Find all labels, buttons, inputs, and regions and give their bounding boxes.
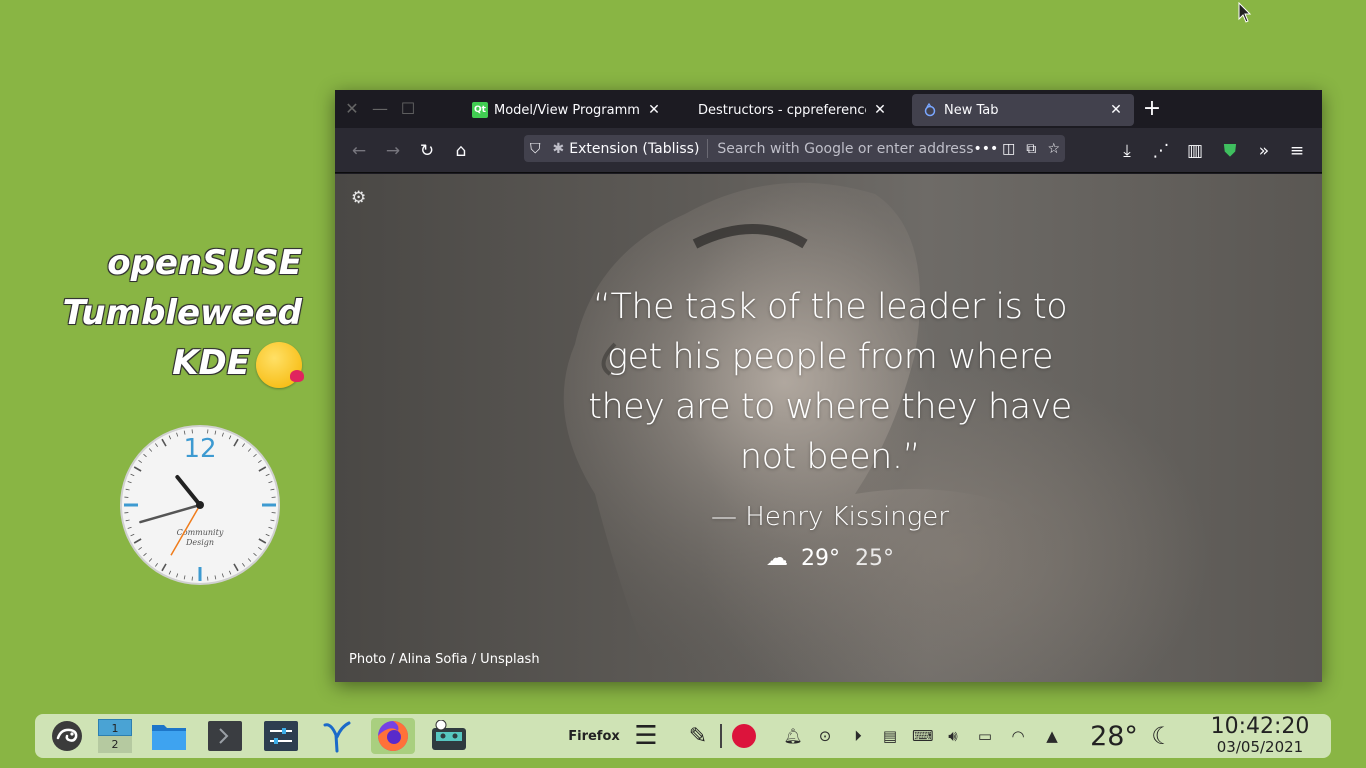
notifications-bell-icon[interactable]: 🔔︎ — [783, 726, 803, 746]
forward-arrow-icon[interactable]: → — [382, 140, 404, 162]
weather-widget: ☁ 29° 25° — [575, 546, 1085, 571]
folder-icon — [152, 725, 186, 750]
bookmark-star-icon[interactable]: ☆ — [1043, 141, 1066, 157]
taskbar-panel: 1 2 Firefox ☰ ✎ 🔔︎ ⊙ ⏵ ▤ ⌨ 🔊︎ ▭ ◠ ▲ 28° … — [35, 714, 1331, 758]
keyboard-icon[interactable]: ⌨ — [912, 726, 934, 746]
window-close-icon[interactable]: ✕ — [342, 99, 362, 119]
settings-gear-icon[interactable]: ⚙ — [351, 188, 366, 208]
task-dolphin[interactable] — [147, 718, 191, 754]
night-moon-icon[interactable]: ☾ — [1149, 718, 1175, 754]
tab-close-icon[interactable]: ✕ — [872, 102, 888, 118]
cassette-icon — [432, 720, 466, 750]
tab-model-view[interactable]: Qt Model/View Programmin ✕ — [462, 94, 672, 126]
record-dot-icon — [732, 724, 756, 748]
address-input[interactable]: Search with Google or enter address — [708, 141, 973, 157]
volume-icon[interactable]: 🔊︎ — [943, 726, 963, 746]
task-system-settings[interactable] — [259, 718, 303, 754]
reload-icon[interactable]: ↻ — [416, 140, 438, 162]
navigation-toolbar: ← → ↻ ⌂ ⛉ ✱ Extension (Tabliss) Search w… — [335, 128, 1322, 173]
analog-clock-widget[interactable]: 12 Community Design — [119, 424, 281, 586]
virtual-desktop-pager[interactable]: 1 2 — [97, 718, 133, 754]
puzzle-icon: ✱ — [552, 140, 565, 157]
task-firefox[interactable] — [371, 718, 415, 754]
terminal-icon — [208, 721, 242, 751]
desktop-2[interactable]: 2 — [98, 736, 132, 753]
extension-identity-box[interactable]: ✱ Extension (Tabliss) — [547, 139, 709, 158]
overflow-chevron-icon[interactable]: » — [1253, 140, 1275, 162]
weather-temperature[interactable]: 28° — [1087, 718, 1141, 754]
tab-label: Destructors - cppreference.c — [698, 102, 866, 118]
task-media-player[interactable] — [427, 718, 471, 754]
qt-favicon-icon: Qt — [472, 102, 488, 118]
clipboard-icon[interactable]: ▤ — [880, 726, 900, 746]
ublock-shield-icon[interactable]: ⛊ — [1219, 140, 1241, 162]
clock-brand-line-2: Design — [185, 538, 214, 547]
tab-label: Model/View Programmin — [494, 102, 640, 118]
pocket-icon[interactable]: ◫ — [998, 141, 1021, 157]
window-minimize-icon[interactable]: — — [370, 99, 390, 119]
new-tab-page: ⚙ “The task of the leader is to get his … — [335, 174, 1322, 682]
hamburger-menu-icon[interactable]: ≡ — [1286, 140, 1308, 162]
app-launcher-button[interactable] — [45, 718, 89, 754]
panel-separator — [719, 718, 723, 754]
active-window-title: Firefox — [568, 728, 620, 744]
tab-close-icon[interactable]: ✕ — [646, 102, 662, 118]
home-icon[interactable]: ⌂ — [450, 140, 472, 162]
tab-bar: ✕ — ☐ Qt Model/View Programmin ✕ Destruc… — [335, 90, 1322, 128]
global-menu-icon[interactable]: ☰ — [631, 718, 661, 754]
gamma-icon — [323, 721, 351, 753]
task-konsole[interactable] — [203, 718, 247, 754]
shield-icon[interactable]: ⛉ — [524, 141, 547, 157]
tray-expand-arrow-icon[interactable]: ▲ — [1042, 726, 1062, 746]
cloud-rain-icon: ☁ — [766, 546, 788, 571]
kiss-emoji-icon — [256, 341, 304, 388]
digital-clock[interactable]: 10:42:20 03/05/2021 — [1209, 715, 1311, 756]
tab-new-tab[interactable]: New Tab ✕ — [912, 94, 1134, 126]
weather-low: 25° — [855, 546, 894, 571]
tabliss-icon — [922, 102, 938, 118]
settings-sliders-icon — [264, 721, 298, 751]
opensuse-chameleon-icon — [52, 721, 82, 751]
task-kdevelop[interactable] — [315, 718, 359, 754]
color-picker-icon[interactable]: ✎ — [683, 718, 713, 754]
clock-time: 10:42:20 — [1210, 714, 1310, 739]
desktop-1[interactable]: 1 — [98, 719, 132, 736]
window-maximize-icon[interactable]: ☐ — [398, 99, 418, 119]
media-play-icon[interactable]: ⏵ — [848, 726, 868, 746]
back-arrow-icon[interactable]: ← — [348, 140, 370, 162]
battery-icon[interactable]: ▭ — [975, 726, 995, 746]
photo-credit[interactable]: Photo / Alina Sofia / Unsplash — [349, 652, 540, 667]
page-actions-ellipsis-icon[interactable]: ••• — [974, 141, 999, 157]
new-tab-plus-icon[interactable]: + — [1141, 98, 1163, 120]
clock-date: 03/05/2021 — [1216, 738, 1304, 756]
sidebar-icon[interactable]: ▥ — [1184, 140, 1206, 162]
firefox-icon — [378, 721, 408, 751]
downloads-icon[interactable]: ⤓ — [1116, 140, 1138, 162]
caption-line-2: Tumbleweed — [62, 293, 302, 333]
extension-label: Extension (Tabliss) — [569, 140, 700, 157]
extension-ext-icon[interactable]: ⋰ — [1150, 140, 1172, 162]
caption-line-3: KDE — [63, 338, 304, 388]
updates-icon[interactable]: ⊙ — [815, 726, 835, 746]
clock-numeral-12: 12 — [183, 434, 216, 464]
mouse-pointer-icon — [1238, 2, 1252, 23]
wifi-icon[interactable]: ◠ — [1008, 726, 1028, 746]
weather-high: 29° — [801, 546, 840, 571]
tab-label: New Tab — [944, 102, 999, 118]
quote-author: — Henry Kissinger — [711, 502, 949, 532]
url-bar[interactable]: ⛉ ✱ Extension (Tabliss) Search with Goog… — [524, 135, 1065, 162]
desktop-caption: openSUSE Tumbleweed KDE — [62, 238, 304, 388]
caption-line-1: openSUSE — [107, 243, 302, 283]
quote-text: “The task of the leader is to get his pe… — [588, 287, 1072, 477]
firefox-window[interactable]: ✕ — ☐ Qt Model/View Programmin ✕ Destruc… — [335, 90, 1322, 682]
tab-destructors[interactable]: Destructors - cppreference.c ✕ — [688, 94, 898, 126]
translate-icon[interactable]: ⧉ — [1020, 141, 1043, 157]
tab-close-icon[interactable]: ✕ — [1108, 102, 1124, 118]
record-button[interactable] — [731, 718, 757, 754]
